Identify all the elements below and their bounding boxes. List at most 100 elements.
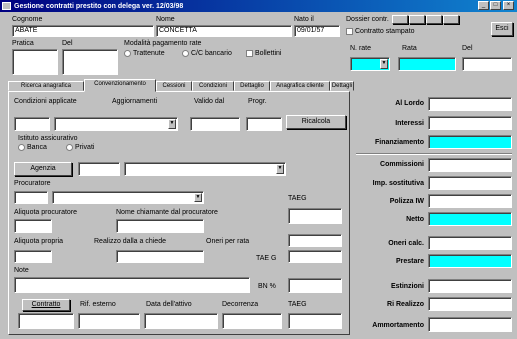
minimize-button[interactable]: _: [478, 1, 489, 10]
app-icon: [2, 2, 11, 10]
taeg3-field[interactable]: [288, 313, 342, 329]
oneri-calc-field[interactable]: [428, 236, 512, 250]
tab-ricerca-anagrafica[interactable]: Ricerca anagrafica: [8, 81, 84, 91]
istituto-label: Istituto assicurativo: [18, 135, 78, 142]
finanziamento-label: Finanziamento: [374, 139, 424, 146]
contratto-button[interactable]: Contratto: [22, 299, 70, 311]
condizioni-field[interactable]: [14, 117, 50, 131]
realizzo-field[interactable]: [116, 250, 204, 263]
trattenute-option[interactable]: Trattenute: [124, 50, 165, 57]
del2-field[interactable]: [462, 57, 512, 71]
bn-field[interactable]: [288, 278, 342, 293]
contratto-stampato-checkbox[interactable]: [346, 28, 353, 35]
finanziamento-field[interactable]: [428, 135, 512, 149]
ricalcola-button[interactable]: Ricalcola: [286, 115, 346, 129]
modalita-label: Modalità pagamento rate: [124, 40, 202, 47]
contratto-field[interactable]: [18, 313, 74, 329]
note-field[interactable]: [14, 277, 250, 293]
maximize-button[interactable]: □: [490, 1, 501, 10]
contratto-stampato-option[interactable]: Contratto stampato: [346, 28, 415, 35]
tab-dettagli[interactable]: Dettagli: [330, 81, 354, 91]
agenzia-button[interactable]: Agenzia: [14, 162, 72, 176]
procuratore-code-field[interactable]: [14, 191, 48, 204]
bollettini-checkbox[interactable]: [246, 50, 253, 57]
nav-next-button[interactable]: [426, 15, 442, 24]
nav-last-button[interactable]: [443, 15, 459, 24]
prestare-label: Prestare: [395, 258, 424, 265]
close-button[interactable]: ×: [503, 1, 514, 10]
tab-cessioni[interactable]: Cessioni: [156, 81, 192, 91]
del-field[interactable]: [62, 49, 118, 75]
rif-realizzo-field[interactable]: [428, 297, 512, 311]
window-title: Gestione contratti prestito con delega v…: [14, 2, 184, 10]
aggiornamenti-dropdown[interactable]: ▼: [54, 117, 178, 131]
valido-dal-field[interactable]: [190, 117, 240, 131]
taeg-field[interactable]: [288, 208, 342, 224]
privati-option[interactable]: Privati: [66, 144, 94, 151]
bollettini-label: Bollettini: [255, 50, 282, 57]
cognome-field[interactable]: ABATE: [12, 25, 154, 37]
rif-esterno-field[interactable]: [78, 313, 140, 329]
procuratore-dropdown[interactable]: ▼: [52, 191, 204, 204]
rata-field[interactable]: [398, 57, 456, 71]
chevron-down-icon[interactable]: ▼: [380, 59, 388, 69]
interessi-label: Interessi: [395, 120, 424, 127]
cc-radio[interactable]: [182, 50, 189, 57]
imp-sostitutiva-field[interactable]: [428, 176, 512, 190]
rata-label: Rata: [402, 45, 417, 52]
chevron-down-icon[interactable]: ▼: [168, 119, 176, 129]
tab-anagrafica-cliente[interactable]: Anagrafica cliente: [270, 81, 330, 91]
progr-field[interactable]: [246, 117, 282, 131]
data-attivo-field[interactable]: [144, 313, 218, 329]
progr-label: Progr.: [248, 98, 267, 105]
cognome-label: Cognome: [12, 16, 43, 23]
agenzia-label: Agenzia: [30, 165, 56, 172]
oneri-field[interactable]: [288, 234, 342, 247]
ammortamento-field[interactable]: [428, 317, 512, 332]
contratto-stampato-label: Contratto stampato: [355, 28, 415, 35]
banca-label: Banca: [27, 144, 47, 151]
condizioni-label: Condizioni applicate: [14, 98, 77, 105]
bollettini-option[interactable]: Bollettini: [246, 50, 281, 57]
nome-chiamante-field[interactable]: [116, 219, 204, 233]
n-rate-label: N. rate: [350, 45, 372, 52]
nato-field[interactable]: 09/01/57: [294, 25, 340, 37]
esci-button[interactable]: Esci: [491, 22, 513, 36]
taeg2-field[interactable]: [288, 250, 342, 263]
nome-chiamante-label: Nome chiamante dal procuratore: [116, 209, 218, 216]
pratica-field[interactable]: [12, 49, 58, 75]
aliquota-propria-field[interactable]: [14, 250, 52, 263]
chevron-down-icon[interactable]: ▼: [194, 193, 202, 202]
cc-option[interactable]: C/C bancario: [182, 50, 232, 57]
polizza-field[interactable]: [428, 194, 512, 208]
oneri-label: Oneri per rata: [206, 238, 250, 245]
tab-convenzionamento[interactable]: Convenzionamento: [84, 79, 156, 92]
banca-radio[interactable]: [18, 144, 25, 151]
aliquota-procuratore-field[interactable]: [14, 219, 52, 233]
imp-sostitutiva-label: Imp. sostitutiva: [372, 180, 424, 187]
interessi-field[interactable]: [428, 116, 512, 130]
al-lordo-field[interactable]: [428, 97, 512, 111]
privati-radio[interactable]: [66, 144, 73, 151]
n-rate-dropdown[interactable]: ▼: [350, 57, 390, 71]
estinzioni-field[interactable]: [428, 279, 512, 293]
tab-dettaglio[interactable]: Dettaglio: [234, 81, 270, 91]
del-label: Del: [62, 40, 73, 47]
netto-field[interactable]: [428, 212, 512, 226]
nav-prev-button[interactable]: [409, 15, 425, 24]
tab-condizioni[interactable]: Condizioni: [192, 81, 234, 91]
privati-label: Privati: [75, 144, 95, 151]
decorrenza-field[interactable]: [222, 313, 282, 329]
nav-first-button[interactable]: [392, 15, 408, 24]
chevron-down-icon[interactable]: ▼: [276, 164, 284, 174]
commissioni-field[interactable]: [428, 158, 512, 172]
al-lordo-label: Al Lordo: [395, 100, 424, 107]
banca-option[interactable]: Banca: [18, 144, 47, 151]
nome-field[interactable]: CONCETTA: [156, 25, 292, 37]
trattenute-radio[interactable]: [124, 50, 131, 57]
taeg2-label: TAE G: [256, 255, 277, 262]
agenzia-code-field[interactable]: [78, 162, 120, 176]
rif-realizzo-label: Ri Realizzo: [387, 301, 424, 308]
agenzia-dropdown[interactable]: ▼: [124, 162, 286, 176]
prestare-field[interactable]: [428, 254, 512, 268]
